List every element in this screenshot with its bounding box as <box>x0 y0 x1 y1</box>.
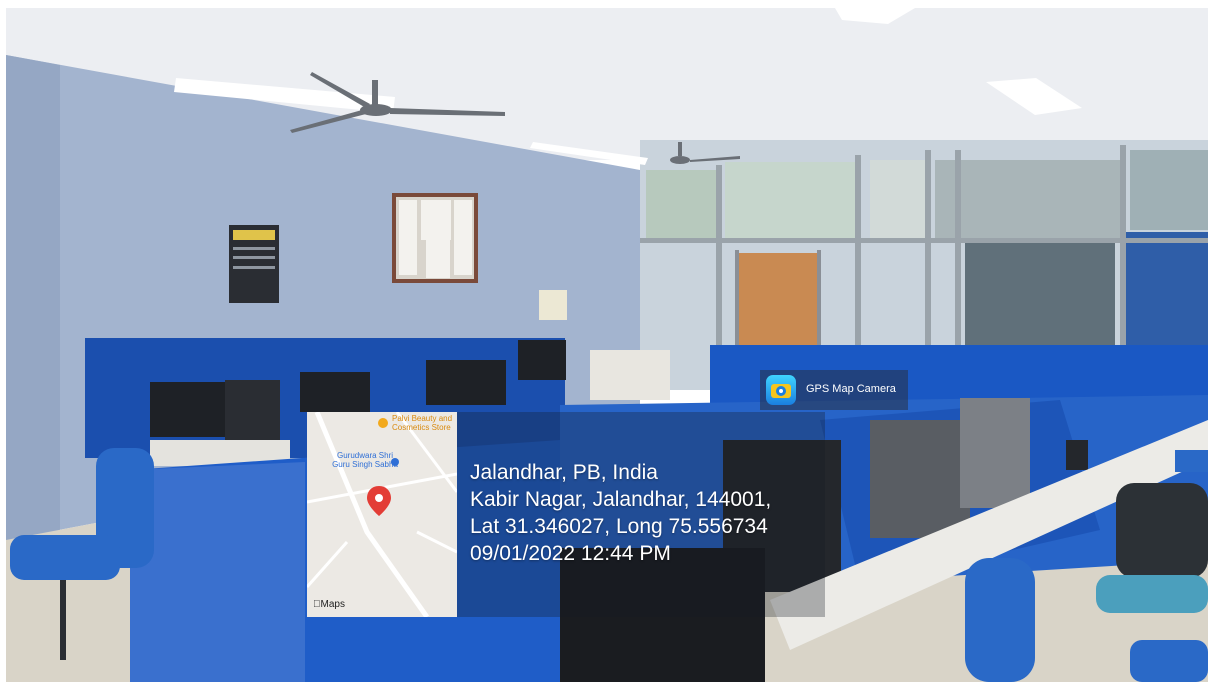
gps-camera-app-icon[interactable] <box>766 375 796 405</box>
map-poi-beauty-store: Palvi Beauty and Cosmetics Store <box>392 414 453 432</box>
location-info: Jalandhar, PB, India Kabir Nagar, Jaland… <box>470 459 771 567</box>
location-address: Kabir Nagar, Jalandhar, 144001, <box>470 488 772 511</box>
map-thumbnail[interactable] <box>307 412 457 617</box>
map-roads <box>307 412 457 617</box>
map-poi-gurudwara: Gurudwara Shri Guru Singh Sabha <box>332 451 398 469</box>
apple-icon:  <box>313 599 321 610</box>
app-badge-label: GPS Map Camera <box>806 383 896 395</box>
switch-board <box>539 290 567 320</box>
maps-logo: Maps <box>313 599 345 610</box>
location-coordinates: Lat 31.346027, Long 75.556734 <box>470 515 768 538</box>
maps-label: Maps <box>313 599 345 610</box>
office-chair <box>965 558 1035 682</box>
photo-stage: Palvi Beauty and Cosmetics Store Gurudwa… <box>0 0 1208 682</box>
location-city: Jalandhar, PB, India <box>470 461 658 484</box>
location-timestamp: 09/01/2022 12:44 PM <box>470 542 671 565</box>
